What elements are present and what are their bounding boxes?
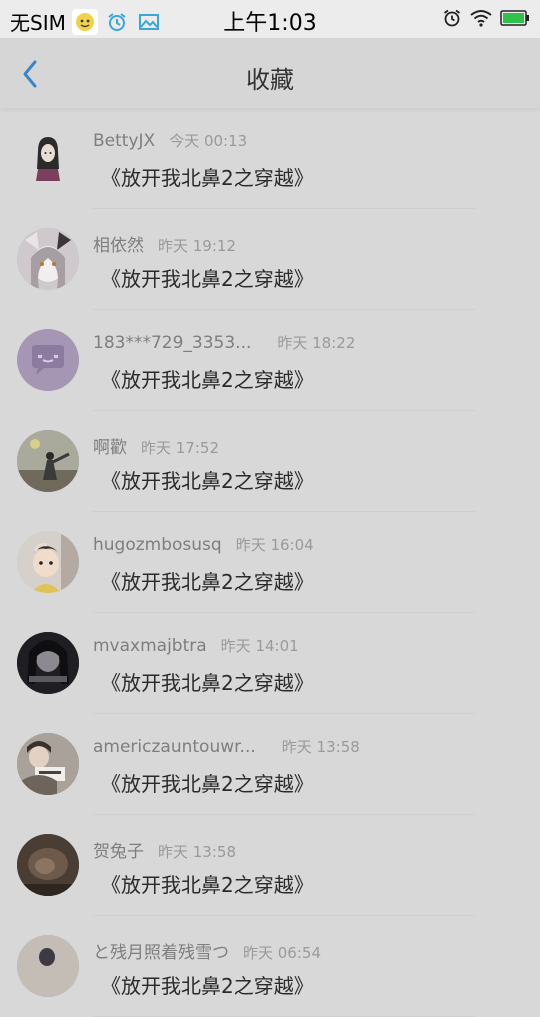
user-name: 相依然 xyxy=(93,236,144,256)
list-item[interactable]: 贺兔子 昨天 13:58 《放开我北鼻2之穿越》 xyxy=(0,815,540,916)
user-name: hugozmbosusq xyxy=(93,535,222,555)
item-title: 《放开我北鼻2之穿越》 xyxy=(101,671,314,695)
favorites-list: BettyJX 今天 00:13 《放开我北鼻2之穿越》 相依然 昨天 19:1… xyxy=(0,108,540,1017)
list-item[interactable]: mvaxmajbtra 昨天 14:01 《放开我北鼻2之穿越》 xyxy=(0,613,540,714)
list-item[interactable]: americzauntouwr... 昨天 13:58 《放开我北鼻2之穿越》 xyxy=(0,714,540,815)
battery-icon xyxy=(500,10,530,26)
nav-header: 收藏 xyxy=(0,38,540,108)
alarm-icon xyxy=(442,8,462,28)
item-meta: BettyJX 今天 00:13 xyxy=(93,130,247,151)
user-name: と残月照着残雪つ xyxy=(93,943,229,963)
avatar xyxy=(17,935,79,997)
user-name: 贺兔子 xyxy=(93,842,144,862)
avatar xyxy=(17,430,79,492)
timestamp: 昨天 13:58 xyxy=(158,843,236,861)
timestamp: 今天 00:13 xyxy=(169,132,248,150)
item-title: 《放开我北鼻2之穿越》 xyxy=(101,974,314,998)
avatar xyxy=(17,329,79,391)
timestamp: 昨天 17:52 xyxy=(141,439,219,457)
list-item[interactable]: と残月照着残雪つ 昨天 06:54 《放开我北鼻2之穿越》 xyxy=(0,916,540,1017)
item-meta: 183***729_3353... 昨天 18:22 xyxy=(93,332,355,353)
user-name: 183***729_3353... xyxy=(93,333,252,353)
wifi-icon xyxy=(470,9,492,27)
avatar xyxy=(17,632,79,694)
timestamp: 昨天 13:58 xyxy=(281,738,360,756)
item-title: 《放开我北鼻2之穿越》 xyxy=(101,469,314,493)
status-bar: 无SIM 上午1:03 xyxy=(0,0,540,38)
item-meta: hugozmbosusq 昨天 16:04 xyxy=(93,534,314,555)
item-title: 《放开我北鼻2之穿越》 xyxy=(101,368,314,392)
list-item[interactable]: 183***729_3353... 昨天 18:22 《放开我北鼻2之穿越》 xyxy=(0,310,540,411)
chat-bubble-icon xyxy=(32,345,64,375)
item-meta: americzauntouwr... 昨天 13:58 xyxy=(93,736,360,757)
page-title: 收藏 xyxy=(246,66,294,94)
avatar xyxy=(17,228,79,290)
item-title: 《放开我北鼻2之穿越》 xyxy=(101,772,314,796)
item-meta: 啊歡 昨天 17:52 xyxy=(93,433,219,458)
item-meta: 贺兔子 昨天 13:58 xyxy=(93,837,236,862)
item-title: 《放开我北鼻2之穿越》 xyxy=(101,267,314,291)
timestamp: 昨天 19:12 xyxy=(158,237,236,255)
item-title: 《放开我北鼻2之穿越》 xyxy=(101,873,314,897)
user-name: BettyJX xyxy=(93,131,156,151)
item-title: 《放开我北鼻2之穿越》 xyxy=(101,166,314,190)
avatar xyxy=(17,531,79,593)
user-name: 啊歡 xyxy=(93,438,127,458)
avatar xyxy=(17,733,79,795)
list-item[interactable]: hugozmbosusq 昨天 16:04 《放开我北鼻2之穿越》 xyxy=(0,512,540,613)
status-bar-right xyxy=(434,8,530,28)
timestamp: 昨天 14:01 xyxy=(220,637,299,655)
avatar xyxy=(17,127,79,189)
user-name: americzauntouwr... xyxy=(93,737,256,757)
item-meta: 相依然 昨天 19:12 xyxy=(93,231,236,256)
item-meta: と残月照着残雪つ 昨天 06:54 xyxy=(93,938,321,963)
item-title: 《放开我北鼻2之穿越》 xyxy=(101,570,314,594)
timestamp: 昨天 16:04 xyxy=(235,536,314,554)
item-meta: mvaxmajbtra 昨天 14:01 xyxy=(93,635,299,656)
list-item[interactable]: 相依然 昨天 19:12 《放开我北鼻2之穿越》 xyxy=(0,209,540,310)
list-item[interactable]: BettyJX 今天 00:13 《放开我北鼻2之穿越》 xyxy=(0,108,540,209)
user-name: mvaxmajbtra xyxy=(93,636,207,656)
timestamp: 昨天 18:22 xyxy=(277,334,356,352)
avatar xyxy=(17,834,79,896)
list-item[interactable]: 啊歡 昨天 17:52 《放开我北鼻2之穿越》 xyxy=(0,411,540,512)
